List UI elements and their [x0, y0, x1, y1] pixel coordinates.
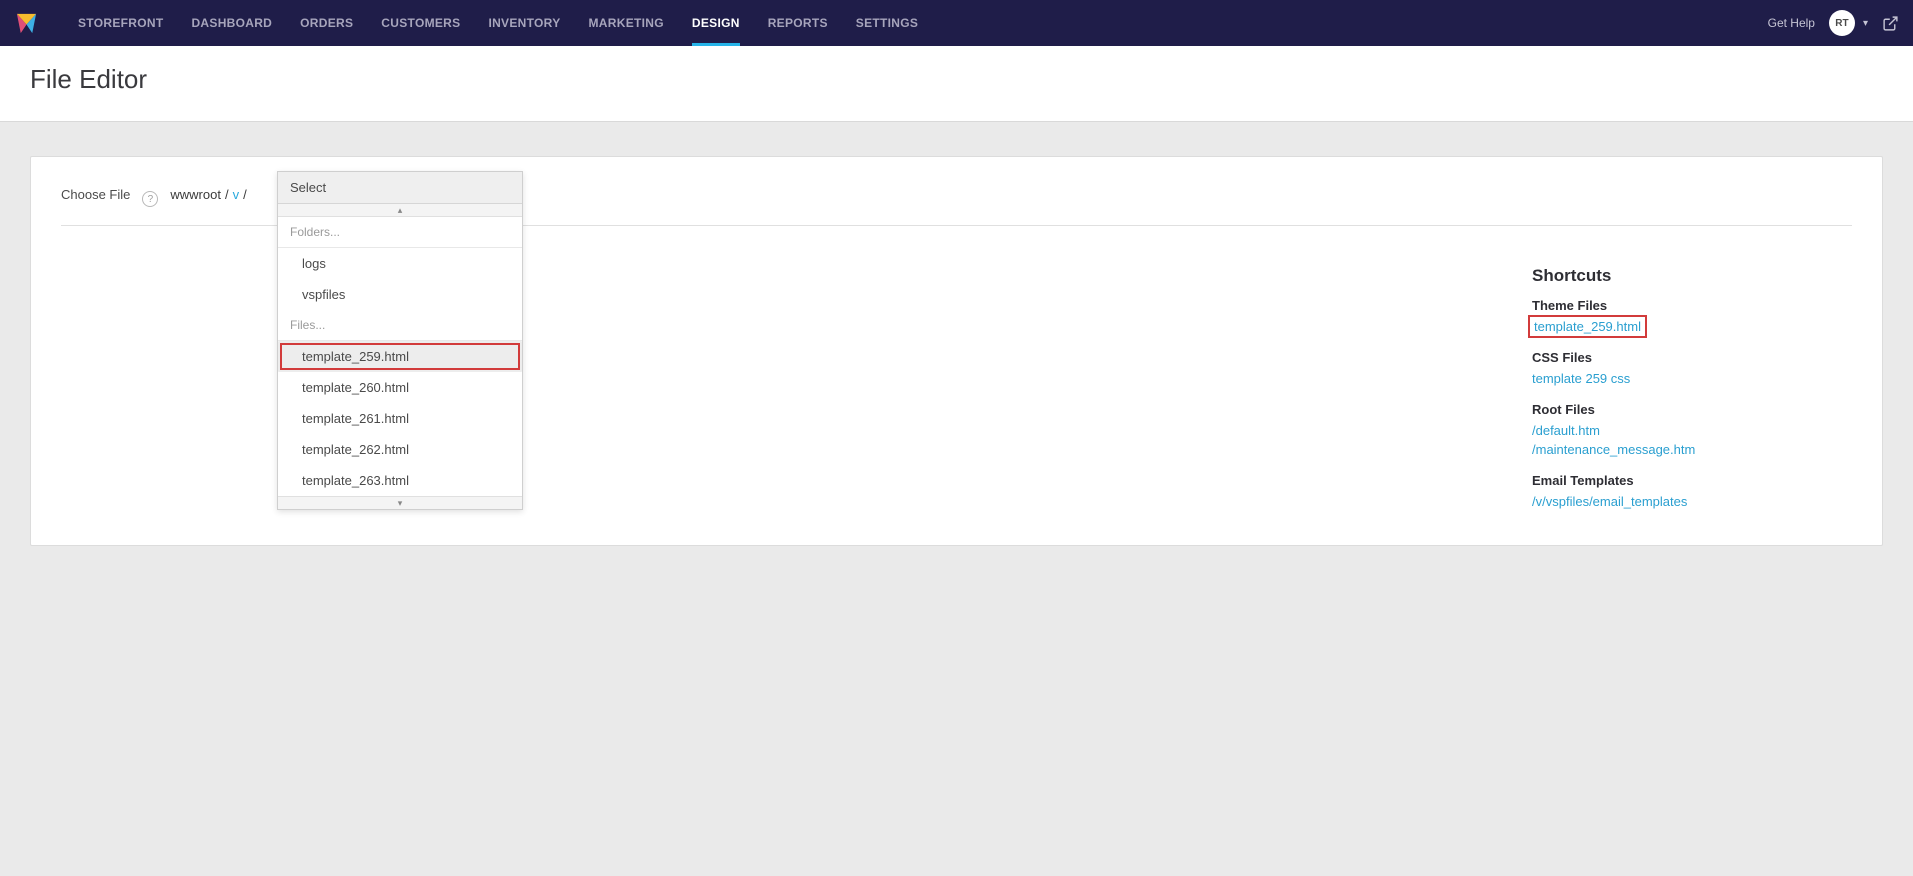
file-select-dropdown[interactable]: Select ▴ Folders... logsvspfiles Files..… — [277, 171, 523, 510]
dropdown-file-item[interactable]: template_263.html — [278, 465, 522, 496]
nav-right: Get Help RT ▾ — [1768, 10, 1899, 36]
dropdown-file-item[interactable]: template_259.html — [278, 341, 522, 372]
nav-link-storefront[interactable]: STOREFRONT — [64, 0, 177, 46]
shortcut-group-title: Theme Files — [1532, 298, 1852, 313]
nav-link-marketing[interactable]: MARKETING — [575, 0, 678, 46]
shortcut-link[interactable]: /maintenance_message.htm — [1532, 442, 1695, 457]
nav-link-orders[interactable]: ORDERS — [286, 0, 367, 46]
get-help-link[interactable]: Get Help — [1768, 16, 1815, 30]
dropdown-header[interactable]: Select — [278, 172, 522, 204]
dropdown-folder-item[interactable]: logs — [278, 248, 522, 279]
page-titlebar: File Editor — [0, 46, 1913, 122]
open-external-icon[interactable] — [1882, 15, 1899, 32]
dropdown-folder-item[interactable]: vspfiles — [278, 279, 522, 310]
top-nav: STOREFRONTDASHBOARDORDERSCUSTOMERSINVENT… — [0, 0, 1913, 46]
shortcut-link[interactable]: /v/vspfiles/email_templates — [1532, 494, 1687, 509]
scroll-down-icon[interactable]: ▾ — [278, 496, 522, 509]
breadcrumb: wwwroot / v / — [170, 187, 246, 202]
choose-file-label: Choose File — [61, 187, 130, 202]
shortcuts-panel: Shortcuts Theme Files template_259.html CS… — [1532, 246, 1852, 513]
file-chooser-row: Choose File ? wwwroot / v / Select ▴ Fol… — [61, 181, 1852, 226]
nav-link-customers[interactable]: CUSTOMERS — [367, 0, 474, 46]
shortcut-group-title: Root Files — [1532, 402, 1852, 417]
scroll-up-icon[interactable]: ▴ — [278, 204, 522, 217]
breadcrumb-sep: / — [225, 187, 229, 202]
shortcut-link[interactable]: /default.htm — [1532, 423, 1600, 438]
dropdown-scroll[interactable]: Folders... logsvspfiles Files... templat… — [278, 217, 522, 496]
nav-links: STOREFRONTDASHBOARDORDERSCUSTOMERSINVENT… — [64, 0, 932, 46]
help-icon[interactable]: ? — [142, 191, 158, 207]
content-wrap: Choose File ? wwwroot / v / Select ▴ Fol… — [0, 122, 1913, 580]
dropdown-section-files: Files... — [278, 310, 522, 341]
avatar[interactable]: RT — [1829, 10, 1855, 36]
breadcrumb-v[interactable]: v — [233, 187, 240, 202]
nav-link-dashboard[interactable]: DASHBOARD — [177, 0, 286, 46]
file-editor-card: Choose File ? wwwroot / v / Select ▴ Fol… — [30, 156, 1883, 546]
nav-link-design[interactable]: DESIGN — [678, 0, 754, 46]
chevron-down-icon[interactable]: ▾ — [1863, 18, 1868, 29]
shortcut-group-title: CSS Files — [1532, 350, 1852, 365]
dropdown-file-item[interactable]: template_260.html — [278, 372, 522, 403]
logo-icon[interactable] — [14, 11, 39, 36]
breadcrumb-root: wwwroot — [170, 187, 221, 202]
shortcuts-title: Shortcuts — [1532, 266, 1852, 286]
nav-link-reports[interactable]: REPORTS — [754, 0, 842, 46]
nav-link-settings[interactable]: SETTINGS — [842, 0, 932, 46]
dropdown-file-item[interactable]: template_262.html — [278, 434, 522, 465]
breadcrumb-sep: / — [243, 187, 247, 202]
dropdown-file-item[interactable]: template_261.html — [278, 403, 522, 434]
shortcut-group-title: Email Templates — [1532, 473, 1852, 488]
shortcut-link[interactable]: template 259 css — [1532, 371, 1630, 386]
page-title: File Editor — [30, 64, 1883, 95]
dropdown-section-folders: Folders... — [278, 217, 522, 248]
nav-link-inventory[interactable]: INVENTORY — [474, 0, 574, 46]
shortcut-link[interactable]: template_259.html — [1532, 319, 1643, 334]
